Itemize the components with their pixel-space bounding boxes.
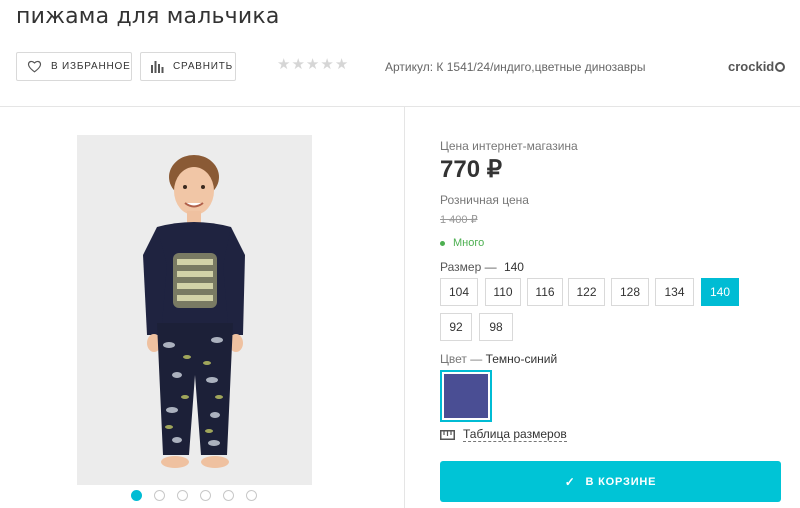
gallery-dot[interactable] <box>177 490 188 501</box>
size-dash: — <box>484 260 497 274</box>
add-to-favorites-button[interactable]: В ИЗБРАННОЕ <box>16 52 132 81</box>
article-number: Артикул: К 1541/24/индиго,цветные диноза… <box>385 60 646 74</box>
stock-text: Много <box>453 237 485 249</box>
star-icon[interactable]: ★ <box>306 57 319 72</box>
retail-price-label: Розничная цена <box>440 193 529 207</box>
add-to-cart-button[interactable]: ✓ В КОРЗИНЕ <box>440 461 781 502</box>
gallery-dot[interactable] <box>154 490 165 501</box>
size-option[interactable]: 128 <box>611 278 649 306</box>
size-option[interactable]: 110 <box>485 278 521 306</box>
size-table-label: Таблица размеров <box>463 427 567 442</box>
star-icon[interactable]: ★ <box>320 57 333 72</box>
stock-status: Много <box>440 237 484 249</box>
brand-name: crockid <box>728 59 775 74</box>
size-option[interactable]: 92 <box>440 313 472 341</box>
color-dash: — <box>470 352 483 366</box>
boy-in-pajamas-image <box>77 135 312 485</box>
gallery-dot[interactable] <box>246 490 257 501</box>
gallery-dot[interactable] <box>131 490 142 501</box>
color-label: Цвет <box>440 352 467 366</box>
gallery-dot[interactable] <box>223 490 234 501</box>
gallery-pagination <box>131 490 257 501</box>
color-swatch-navy[interactable] <box>440 370 492 422</box>
star-icon[interactable]: ★ <box>335 57 348 72</box>
size-option[interactable]: 134 <box>655 278 694 306</box>
size-option[interactable]: 104 <box>440 278 478 306</box>
size-option[interactable]: 98 <box>479 313 513 341</box>
product-title: пижама для мальчика <box>16 4 280 29</box>
product-photo[interactable] <box>77 135 312 485</box>
brand-logo: crockid <box>728 59 786 74</box>
compare-button[interactable]: СРАВНИТЬ <box>140 52 236 81</box>
gallery-dot[interactable] <box>200 490 211 501</box>
selected-size: 140 <box>503 260 524 274</box>
color-swatch-fill <box>444 374 488 418</box>
ruler-icon <box>440 429 455 440</box>
heart-icon <box>27 60 42 73</box>
size-table-link[interactable]: Таблица размеров <box>440 427 567 442</box>
star-icon[interactable]: ★ <box>291 57 304 72</box>
retail-price: 1 400 ₽ <box>440 214 478 226</box>
online-price: 770 ₽ <box>440 156 502 183</box>
rating-stars[interactable]: ★ ★ ★ ★ ★ <box>277 57 348 72</box>
check-icon: ✓ <box>564 474 576 489</box>
size-option[interactable]: 116 <box>527 278 563 306</box>
size-option-selected[interactable]: 140 <box>701 278 739 306</box>
cart-button-label: В КОРЗИНЕ <box>585 475 657 488</box>
size-heading: Размер — 140 <box>440 260 524 274</box>
size-label: Размер <box>440 260 482 274</box>
stock-indicator-dot <box>440 240 445 246</box>
selected-color: Темно-синий <box>485 352 558 366</box>
header-divider <box>0 106 800 107</box>
size-option[interactable]: 122 <box>568 278 605 306</box>
color-heading: Цвет — Темно-синий <box>440 352 557 366</box>
bar-chart-icon <box>151 61 164 73</box>
star-icon[interactable]: ★ <box>277 57 290 72</box>
column-divider <box>404 107 405 508</box>
online-price-label: Цена интернет-магазина <box>440 139 578 153</box>
compare-label: СРАВНИТЬ <box>173 61 234 72</box>
favorites-label: В ИЗБРАННОЕ <box>51 61 131 72</box>
brand-logo-mark <box>775 61 786 72</box>
